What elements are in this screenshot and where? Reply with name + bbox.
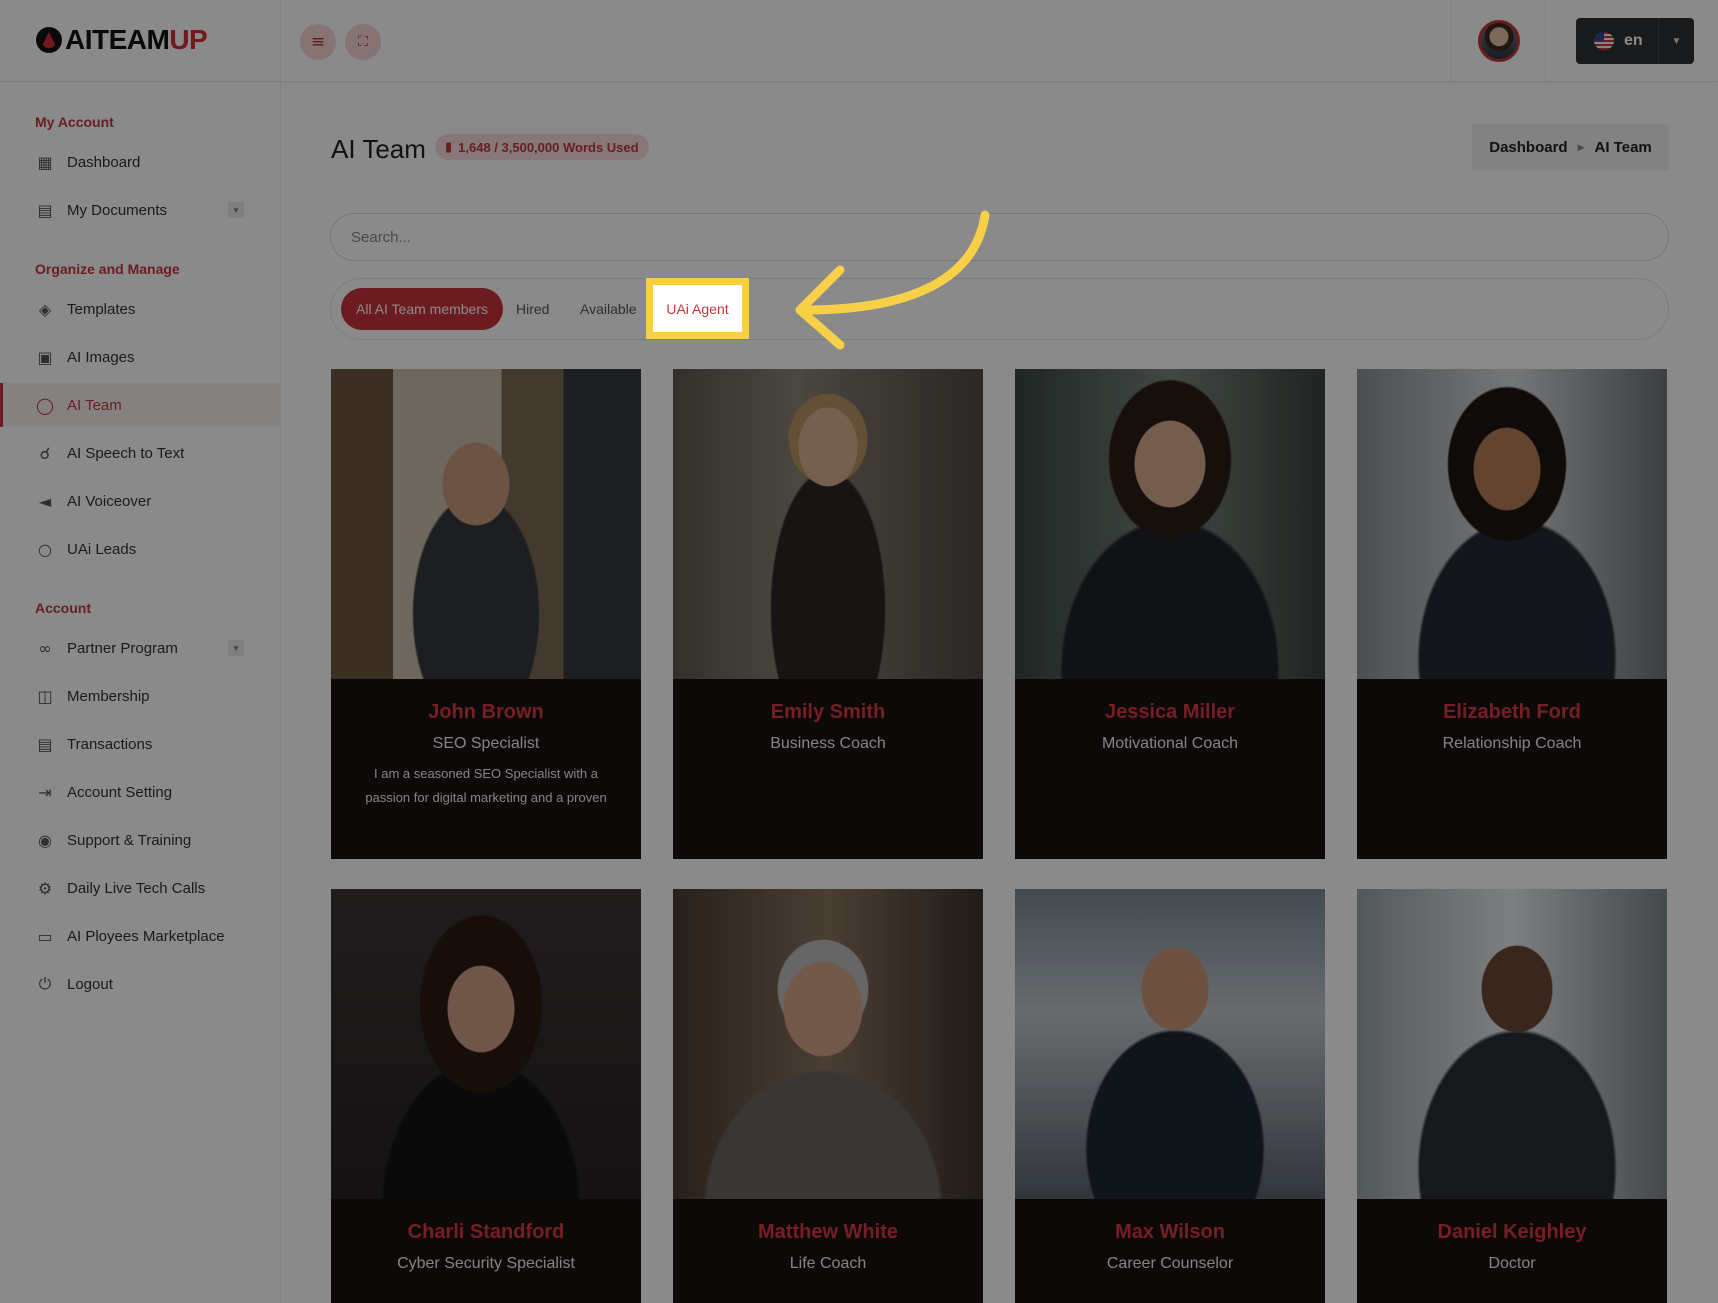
pointer-arrow-icon bbox=[795, 210, 990, 350]
tab-uai-agent-highlight[interactable]: UAi Agent bbox=[646, 278, 749, 339]
highlighted-tab-label: UAi Agent bbox=[666, 300, 729, 317]
tutorial-dim-overlay bbox=[0, 0, 1718, 1303]
